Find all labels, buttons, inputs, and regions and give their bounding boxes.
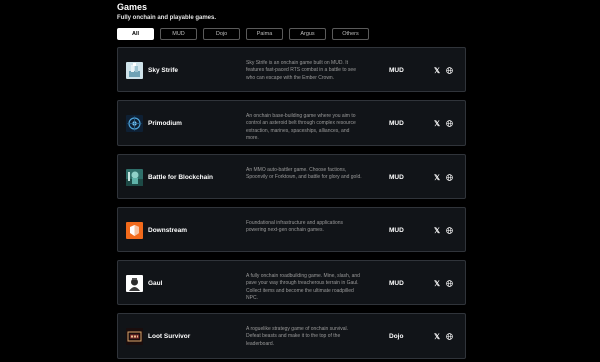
filter-tabs: All MUD Dojo Paima Argus Others (117, 28, 369, 40)
game-description: A roguelike strategy game of onchain sur… (246, 326, 348, 347)
globe-icon[interactable] (446, 227, 453, 234)
game-name: Downstream (148, 227, 188, 234)
games-list: Sky Strife Sky Strife is an onchain game… (117, 47, 466, 362)
primodium-logo-icon (126, 115, 143, 132)
filter-paima-button[interactable]: Paima (246, 28, 283, 40)
game-card-loot-survivor[interactable]: Loot Survivor A roguelike strategy game … (117, 313, 466, 359)
page-subtitle: Fully onchain and playable games. (117, 15, 217, 21)
game-name: Primodium (148, 120, 182, 127)
x-icon[interactable]: 𝕏 (434, 173, 440, 182)
game-card-gaul[interactable]: Gaul A fully onchain roadbuilding game. … (117, 260, 466, 305)
x-icon[interactable]: 𝕏 (434, 226, 440, 235)
x-icon[interactable]: 𝕏 (434, 279, 440, 288)
game-card-downstream[interactable]: Downstream Foundational infrastructure a… (117, 207, 466, 252)
sky-strife-logo-icon (126, 62, 143, 79)
filter-dojo-button[interactable]: Dojo (203, 28, 240, 40)
battle-for-blockchain-logo-icon (126, 169, 143, 186)
game-engine: MUD (389, 227, 404, 234)
game-description: A fully onchain roadbuilding game. Mine,… (246, 273, 360, 301)
game-engine: MUD (389, 67, 404, 74)
x-icon[interactable]: 𝕏 (434, 66, 440, 75)
filter-others-button[interactable]: Others (332, 28, 369, 40)
game-engine: MUD (389, 174, 404, 181)
x-icon[interactable]: 𝕏 (434, 119, 440, 128)
game-name: Gaul (148, 280, 163, 287)
globe-icon[interactable] (446, 280, 453, 287)
game-engine: MUD (389, 280, 404, 287)
game-card-sky-strife[interactable]: Sky Strife Sky Strife is an onchain game… (117, 47, 466, 92)
game-description: Foundational infrastructure and applicat… (246, 220, 344, 234)
filter-all-button[interactable]: All (117, 28, 154, 40)
gaul-logo-icon (126, 275, 143, 292)
filter-mud-button[interactable]: MUD (160, 28, 197, 40)
game-description: An onchain base-building game where you … (246, 113, 356, 141)
x-icon[interactable]: 𝕏 (434, 332, 440, 341)
game-description: An MMO auto-battler game. Choose faction… (246, 167, 362, 181)
page-header: Games Fully onchain and playable games. (117, 2, 216, 22)
game-engine: MUD (389, 120, 404, 127)
game-card-battle-for-blockchain[interactable]: Battle for Blockchain An MMO auto-battle… (117, 154, 466, 199)
globe-icon[interactable] (446, 120, 453, 127)
game-name: Loot Survivor (148, 333, 191, 340)
game-description: Sky Strife is an onchain game built on M… (246, 60, 356, 81)
game-card-primodium[interactable]: Primodium An onchain base-building game … (117, 100, 466, 146)
game-name: Sky Strife (148, 67, 178, 74)
globe-icon[interactable] (446, 333, 453, 340)
game-engine: Dojo (389, 333, 404, 340)
downstream-logo-icon (126, 222, 143, 239)
globe-icon[interactable] (446, 174, 453, 181)
game-name: Battle for Blockchain (148, 174, 214, 181)
filter-argus-button[interactable]: Argus (289, 28, 326, 40)
globe-icon[interactable] (446, 67, 453, 74)
loot-survivor-logo-icon (126, 328, 143, 345)
page-title: Games (117, 2, 148, 12)
